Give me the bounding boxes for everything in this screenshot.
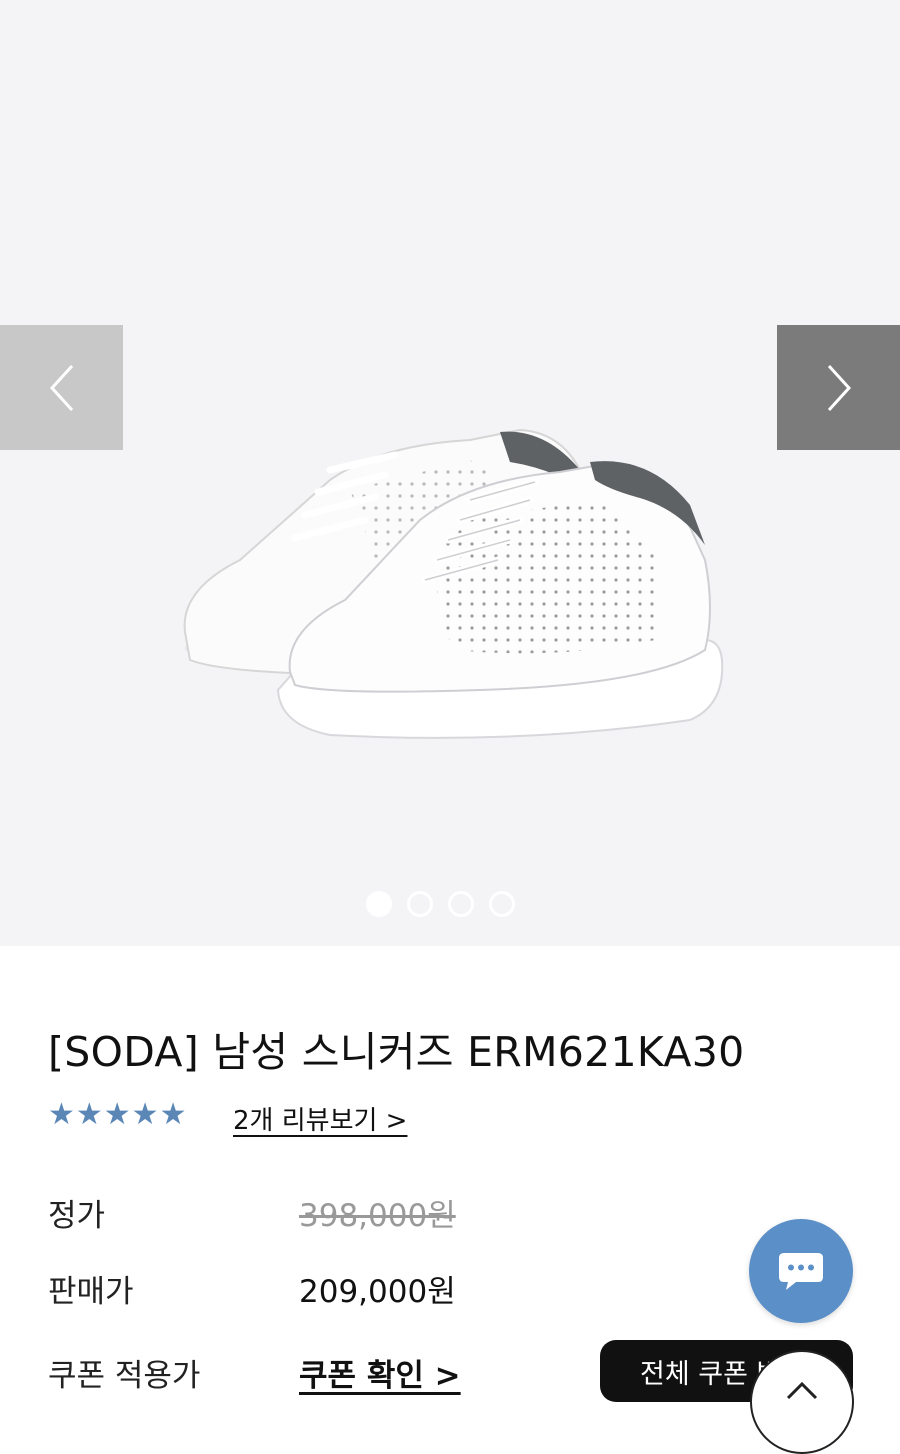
gallery-next-button[interactable] [777, 325, 900, 450]
chat-bubble-icon [779, 1253, 823, 1290]
gallery-dot-2[interactable] [407, 891, 433, 917]
product-image-sneakers [183, 428, 724, 739]
chevron-left-icon [49, 364, 73, 411]
chevron-up-icon [786, 1381, 818, 1400]
sale-price-label: 판매가 [48, 1274, 134, 1310]
coupon-price-label: 쿠폰 적용가 [48, 1358, 201, 1394]
review-link[interactable]: 2개 리뷰보기 > [233, 1100, 407, 1137]
gallery-prev-button[interactable] [0, 325, 123, 450]
rating-stars: ★★★★★ [48, 1097, 188, 1132]
list-price-value: 398,000원 [299, 1198, 456, 1234]
gallery-dot-4[interactable] [489, 891, 515, 917]
gallery-dot-3[interactable] [448, 891, 474, 917]
gallery-dot-1[interactable] [366, 891, 392, 917]
coupon-check-link[interactable]: 쿠폰 확인 > [299, 1350, 461, 1395]
gallery-pagination [366, 891, 515, 917]
product-image-gallery[interactable] [0, 0, 900, 946]
chat-button[interactable] [749, 1219, 853, 1323]
chevron-right-icon [827, 364, 851, 411]
list-price-label: 정가 [48, 1198, 106, 1234]
scroll-top-button[interactable] [750, 1350, 854, 1454]
sale-price-value: 209,000원 [299, 1274, 456, 1310]
product-title: [SODA] 남성 스니커즈 ERM621KA30 [48, 1028, 745, 1076]
